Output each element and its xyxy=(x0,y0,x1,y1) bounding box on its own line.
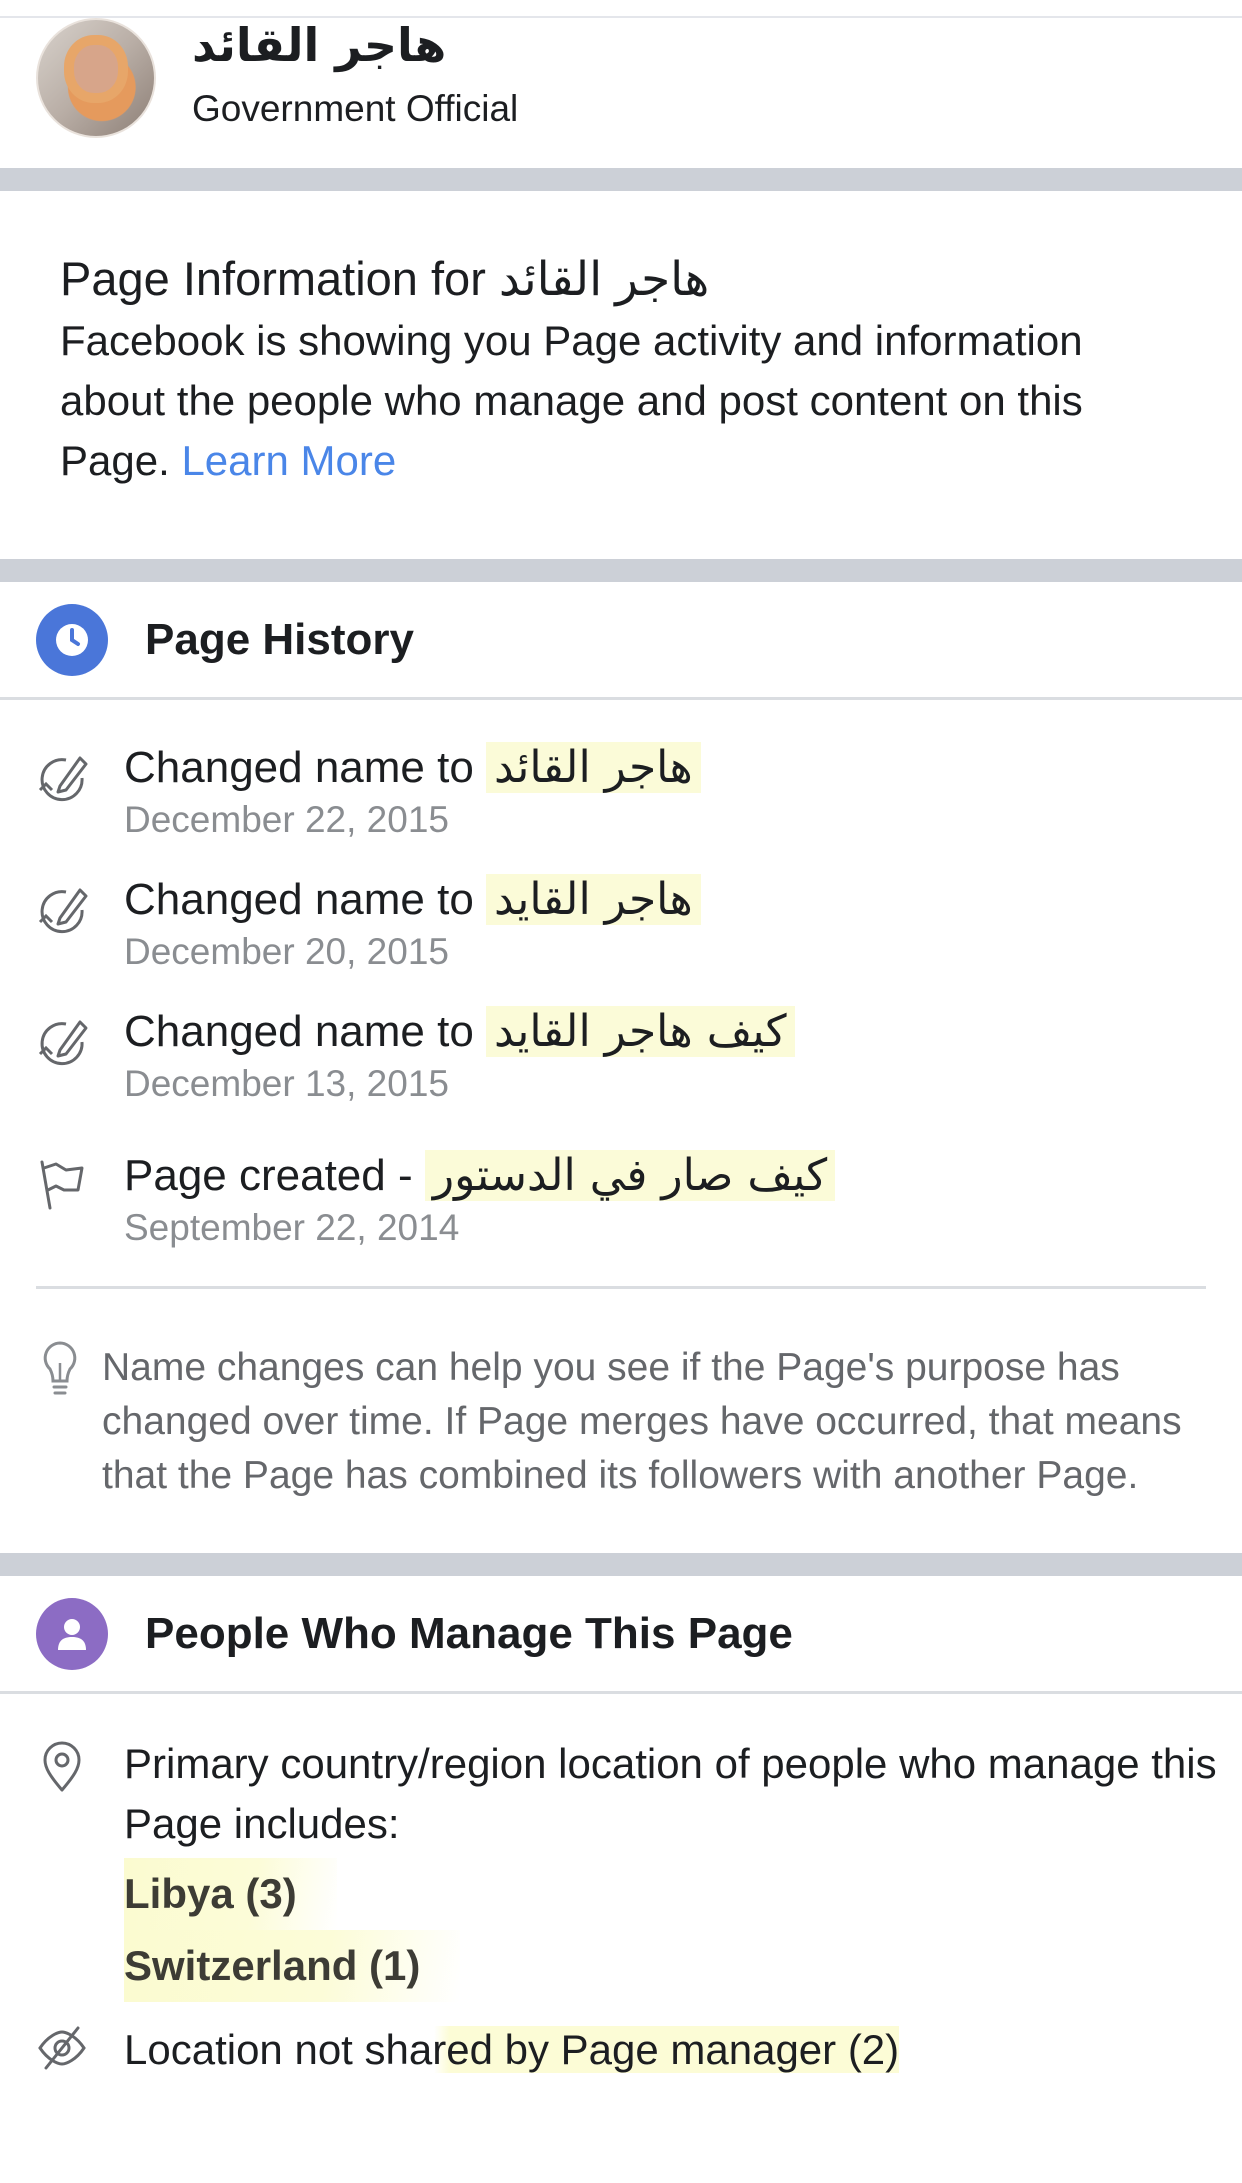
country-label: Switzerland (1) xyxy=(124,1930,461,2002)
clock-icon xyxy=(36,603,108,676)
location-not-shared-text: Location not shared by Page manager (2) xyxy=(124,2020,1242,2080)
edit-icon xyxy=(38,756,88,802)
name-change-tip: Name changes can help you see if the Pag… xyxy=(0,1289,1242,1553)
eye-slash-icon xyxy=(38,2026,86,2070)
history-item-prefix: Changed name to xyxy=(124,875,487,924)
person-icon xyxy=(36,1597,108,1670)
page-category: Government Official xyxy=(192,88,519,129)
edit-icon xyxy=(38,888,88,934)
page-history-header: Page History xyxy=(0,582,1242,700)
history-item-name: هاجر القايد xyxy=(486,874,701,925)
manager-location-row: Primary country/region location of peopl… xyxy=(0,1734,1242,2002)
history-item-title: Page created - كيف صار في الدستور xyxy=(124,1148,1242,1204)
avatar[interactable] xyxy=(36,18,156,138)
country-label: Libya (3) xyxy=(124,1858,337,1930)
history-item-date: December 13, 2015 xyxy=(124,1063,449,1104)
history-item-date: December 22, 2015 xyxy=(124,799,449,840)
history-item-prefix: Changed name to xyxy=(124,743,487,792)
location-not-shared-label: Location not shared by Page manager (2) xyxy=(124,2026,900,2073)
lightbulb-icon xyxy=(43,1341,77,1395)
history-item: Changed name to هاجر القائد December 22,… xyxy=(0,740,1242,872)
learn-more-link[interactable]: Learn More xyxy=(181,437,396,484)
history-item: Page created - كيف صار في الدستور Septem… xyxy=(0,1136,1242,1276)
tip-text: Name changes can help you see if the Pag… xyxy=(102,1346,1182,1497)
managers-section: Primary country/region location of peopl… xyxy=(0,1694,1242,2080)
history-item-title: Changed name to كيف هاجر القايد xyxy=(124,1004,1242,1060)
history-item-name: كيف هاجر القايد xyxy=(486,1006,795,1057)
section-separator xyxy=(0,559,1242,582)
history-item-name: هاجر القائد xyxy=(486,742,701,793)
flag-icon xyxy=(40,1160,84,1210)
location-pin-icon xyxy=(43,1741,81,1792)
location-not-shared-row: Location not shared by Page manager (2) xyxy=(0,2020,1242,2080)
history-item: Changed name to كيف هاجر القايد December… xyxy=(0,1004,1242,1136)
page-history-title: Page History xyxy=(145,614,414,664)
page-info-title: Page Information for هاجر القائد xyxy=(60,252,710,305)
section-separator xyxy=(0,1553,1242,1576)
page-info-block: Page Information for هاجر القائد Faceboo… xyxy=(0,191,1242,559)
section-separator xyxy=(0,168,1242,191)
history-item-title: Changed name to هاجر القايد xyxy=(124,872,1242,928)
country-item: Switzerland (1) xyxy=(124,1930,1242,2002)
managers-title: People Who Manage This Page xyxy=(145,1608,793,1658)
history-item: Changed name to هاجر القايد December 20,… xyxy=(0,872,1242,1004)
history-item-date: December 20, 2015 xyxy=(124,931,449,972)
history-item-prefix: Changed name to xyxy=(124,1007,487,1056)
page-header: هاجر القائد Government Official xyxy=(0,18,1242,168)
edit-icon xyxy=(38,1020,88,1066)
page-info-description: Facebook is showing you Page activity an… xyxy=(60,311,1182,491)
history-item-date: September 22, 2014 xyxy=(124,1207,460,1248)
page-name[interactable]: هاجر القائد xyxy=(192,18,446,72)
manager-location-text: Primary country/region location of peopl… xyxy=(124,1740,1217,1847)
page-history-list: Changed name to هاجر القائد December 22,… xyxy=(0,700,1242,1553)
managers-header: People Who Manage This Page xyxy=(0,1576,1242,1694)
country-item: Libya (3) xyxy=(124,1858,1242,1930)
history-item-prefix: Page created - xyxy=(124,1151,425,1200)
history-item-name: كيف صار في الدستور xyxy=(424,1150,836,1201)
history-item-title: Changed name to هاجر القائد xyxy=(124,740,1242,796)
